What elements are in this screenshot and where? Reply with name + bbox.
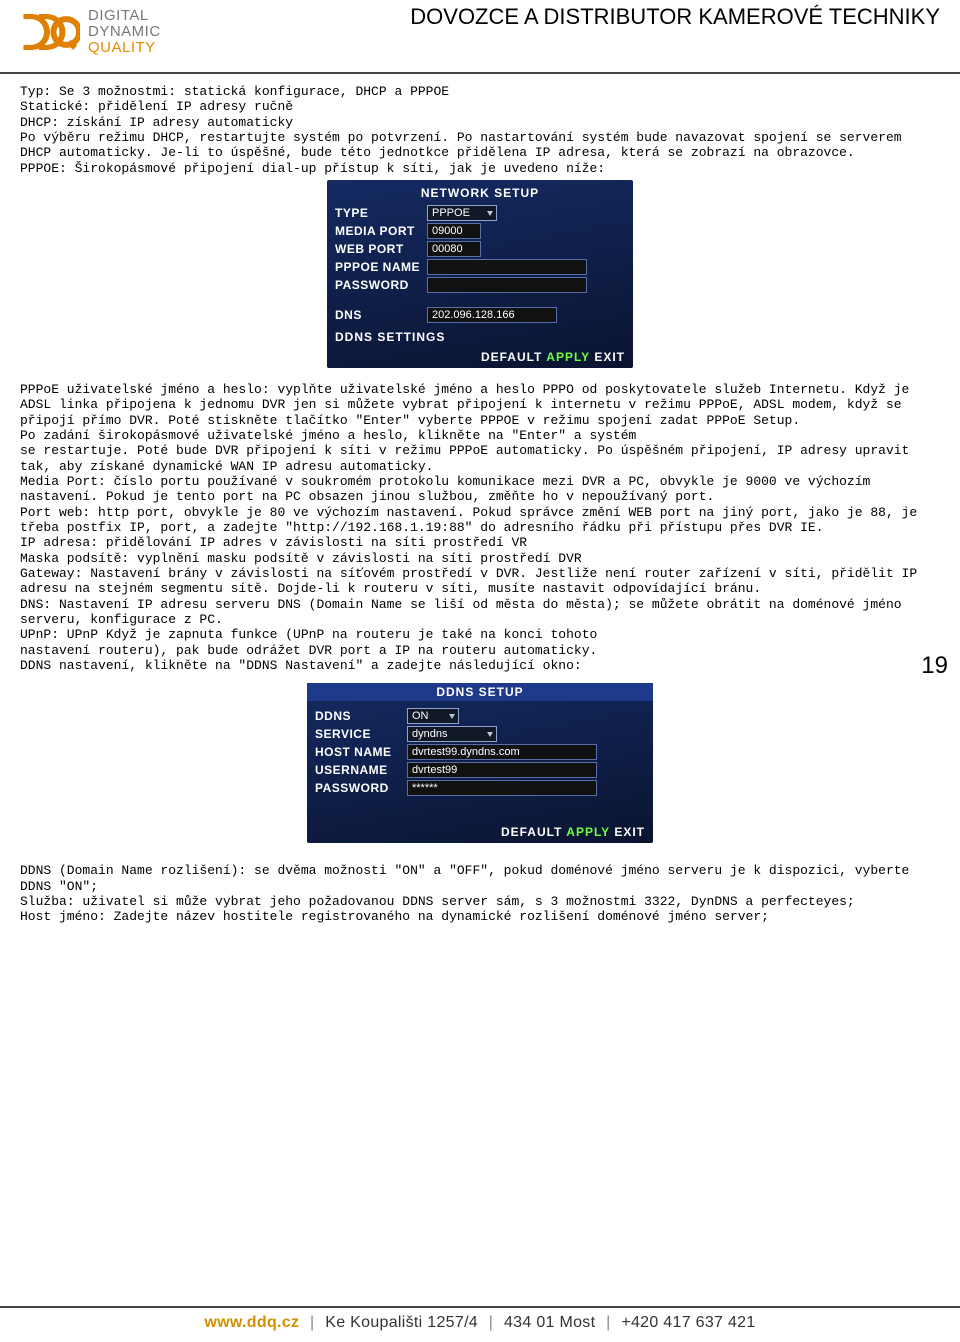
password-field[interactable] [427,277,587,293]
header-tagline: DOVOZCE A DISTRIBUTOR KAMEROVÉ TECHNIKY [410,4,940,30]
ddns-password-field[interactable]: ****** [407,780,597,796]
brand-line2: DYNAMIC [88,24,161,40]
ddns-settings-label[interactable]: DDNS SETTINGS [335,330,625,344]
ddns-default-button[interactable]: DEFAULT [501,825,562,839]
network-setup-title: NETWORK SETUP [335,186,625,200]
web-port-field[interactable]: 00080 [427,241,481,257]
ddns-setup-title: DDNS SETUP [307,683,653,701]
page-number: 19 [921,652,948,680]
separator-icon: | [606,1314,610,1331]
ddns-apply-button[interactable]: APPLY [566,825,610,839]
service-dropdown[interactable]: dyndns [407,726,497,742]
pppoe-name-label: PPPOE NAME [335,260,427,274]
media-port-label: MEDIA PORT [335,224,427,238]
username-field[interactable]: dvrtest99 [407,762,597,778]
media-port-field[interactable]: 09000 [427,223,481,239]
web-port-label: WEB PORT [335,242,427,256]
type-dropdown[interactable]: PPPOE [427,205,497,221]
ddns-exit-button[interactable]: EXIT [614,825,645,839]
service-label: SERVICE [315,727,407,741]
dns-field[interactable]: 202.096.128.166 [427,307,557,323]
type-label: TYPE [335,206,427,220]
ddns-label: DDNS [315,709,407,723]
host-name-label: HOST NAME [315,745,407,759]
footer-address2: 434 01 Most [504,1314,595,1331]
brand-line3: QUALITY [88,40,161,56]
ddns-password-label: PASSWORD [315,781,407,795]
pppoe-name-field[interactable] [427,259,587,275]
text-block-1: Typ: Se 3 možnostmi: statická konfigurac… [0,74,960,176]
separator-icon: | [310,1314,314,1331]
ddq-logo-icon [20,8,80,56]
logo-block: DIGITAL DYNAMIC QUALITY [20,8,161,56]
ddns-dropdown[interactable]: ON [407,708,459,724]
network-setup-screenshot: NETWORK SETUP TYPE PPPOE MEDIA PORT 0900… [327,180,633,368]
footer-address1: Ke Koupališti 1257/4 [325,1314,478,1331]
brand-line1: DIGITAL [88,8,161,24]
apply-button[interactable]: APPLY [546,350,590,364]
text-block-2: PPPoE uživatelské jméno a heslo: vyplňte… [0,374,960,673]
separator-icon: | [489,1314,493,1331]
ddns-setup-screenshot: DDNS SETUP DDNS ON SERVICE dyndns HOST N… [307,683,653,843]
password-label: PASSWORD [335,278,427,292]
brand-text: DIGITAL DYNAMIC QUALITY [88,8,161,55]
text-block-3: DDNS (Domain Name rozlišení): se dvěma m… [0,849,960,924]
dns-label: DNS [335,308,427,322]
footer-phone: +420 417 637 421 [621,1314,755,1331]
page-footer: www.ddq.cz | Ke Koupališti 1257/4 | 434 … [0,1306,960,1332]
exit-button[interactable]: EXIT [594,350,625,364]
username-label: USERNAME [315,763,407,777]
default-button[interactable]: DEFAULT [481,350,542,364]
host-name-field[interactable]: dvrtest99.dyndns.com [407,744,597,760]
footer-url: www.ddq.cz [204,1314,299,1331]
page-header: DIGITAL DYNAMIC QUALITY DOVOZCE A DISTRI… [0,0,960,74]
